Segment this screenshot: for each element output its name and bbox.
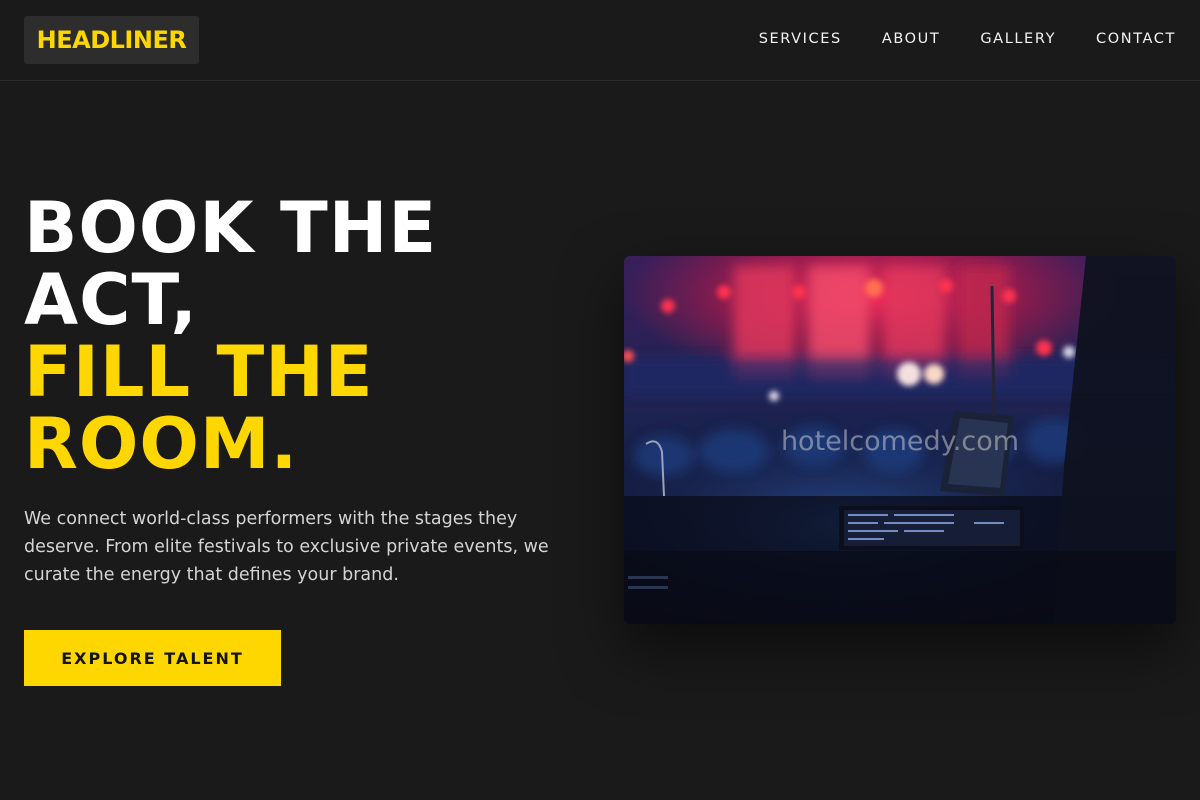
hero-description: We connect world-class performers with t… [24, 509, 549, 585]
explore-talent-button[interactable]: EXPLORE TALENT [24, 630, 281, 686]
hero-image: hotelcomedy.com [624, 256, 1176, 624]
top-navigation-bar: HEADLINER SERVICES ABOUT GALLERY CONTACT [0, 0, 1200, 81]
headline-line-3: FILL THE [24, 331, 374, 413]
nav-link-contact[interactable]: CONTACT [1096, 30, 1176, 48]
nav-link-gallery[interactable]: GALLERY [980, 30, 1056, 48]
hero-headline: BOOK THE ACT, FILL THE ROOM. [24, 192, 584, 480]
image-watermark: hotelcomedy.com [780, 426, 1020, 457]
headline-line-1: BOOK THE [24, 187, 438, 269]
headline-line-2: ACT, [24, 259, 198, 341]
brand-logo[interactable]: HEADLINER [24, 16, 199, 64]
main-nav: SERVICES ABOUT GALLERY CONTACT [759, 30, 1176, 48]
nav-link-services[interactable]: SERVICES [759, 30, 842, 48]
nav-link-about[interactable]: ABOUT [882, 30, 941, 48]
headline-line-4: ROOM. [24, 403, 299, 485]
